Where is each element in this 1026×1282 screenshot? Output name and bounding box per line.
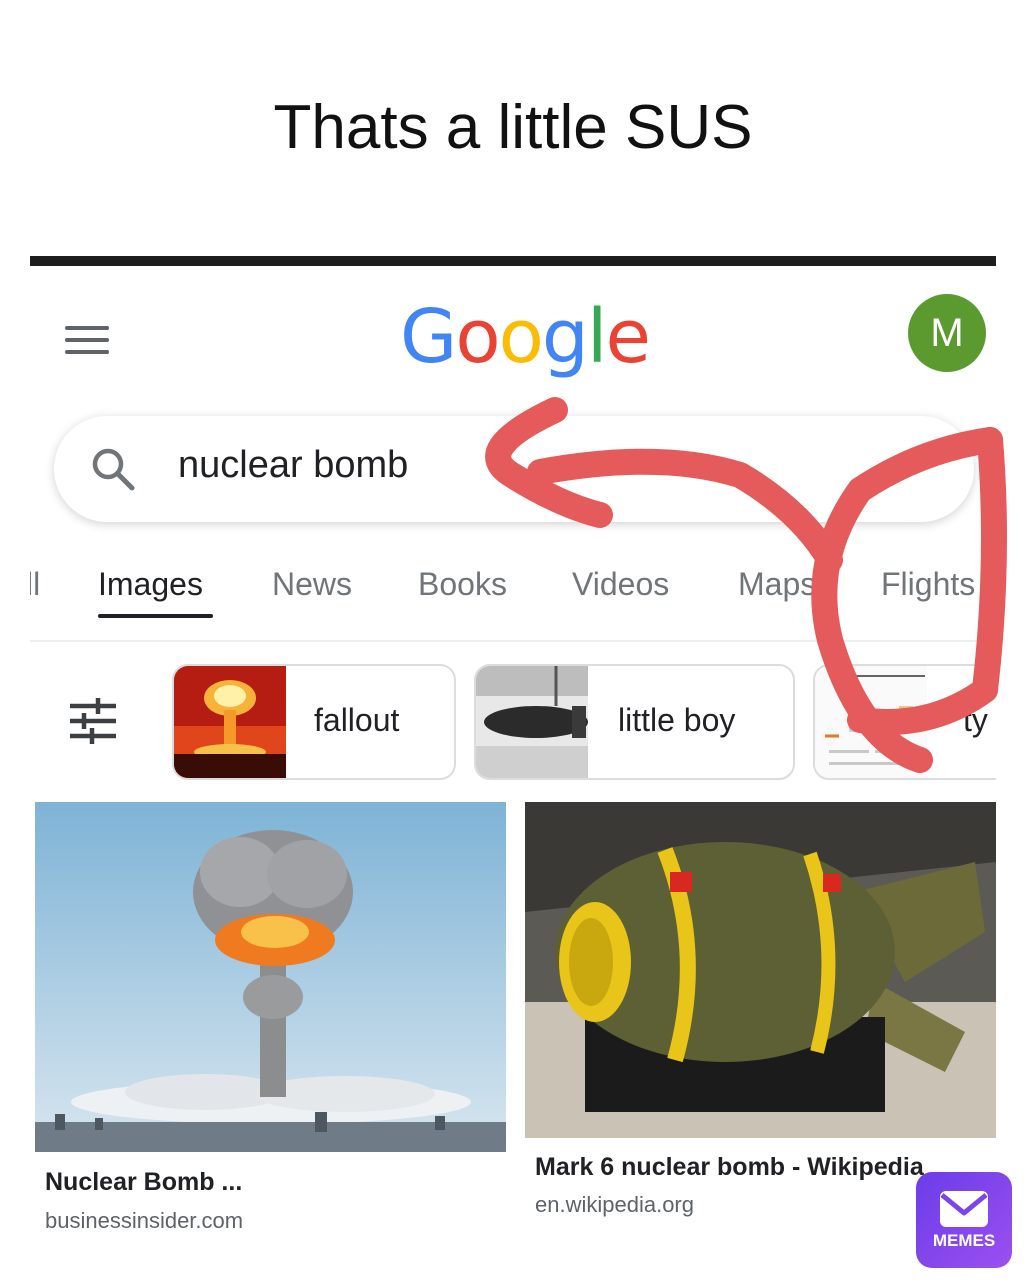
hamburger-icon[interactable] <box>65 326 109 356</box>
chip-label: ty <box>963 702 988 738</box>
mushroom-cloud-image <box>35 802 506 1152</box>
chip-little-boy[interactable]: little boy <box>474 664 795 780</box>
tab-videos[interactable]: Videos <box>572 566 669 603</box>
result-source: en.wikipedia.org <box>535 1192 694 1217</box>
logo-letter: e <box>605 294 651 380</box>
account-avatar[interactable]: M <box>908 294 986 372</box>
tab-books[interactable]: Books <box>418 566 507 603</box>
tab-maps[interactable]: Maps <box>738 566 816 603</box>
result-image-mushroom-cloud[interactable] <box>35 802 506 1152</box>
watermark-label: MEMES <box>932 1231 996 1250</box>
search-tabs: ll Images News Books Videos Maps Flights <box>30 556 996 642</box>
tab-images[interactable]: Images <box>98 566 203 603</box>
result-source: businessinsider.com <box>45 1208 244 1233</box>
meme-caption: Thats a little SUS <box>273 93 753 162</box>
fallout-thumbnail <box>174 666 286 778</box>
search-icon[interactable] <box>90 446 136 492</box>
result-title[interactable]: Mark 6 nuclear bomb - Wikipedia <box>535 1153 924 1182</box>
avatar-letter: M <box>930 310 964 355</box>
tab-all[interactable]: ll <box>30 566 40 603</box>
diagram-thumbnail <box>815 666 927 778</box>
tab-flights[interactable]: Flights <box>881 566 975 603</box>
chip-label: little boy <box>618 702 736 738</box>
logo-letter: o <box>455 294 500 380</box>
envelope-icon <box>940 1191 988 1227</box>
tab-news[interactable]: News <box>272 566 352 603</box>
active-tab-indicator <box>98 614 213 618</box>
status-bar-edge <box>30 256 996 266</box>
chip-third[interactable]: ty <box>813 664 996 780</box>
logo-letter: G <box>400 294 457 380</box>
result-image-mark6-bomb[interactable] <box>525 802 996 1138</box>
search-input[interactable]: nuclear bomb <box>178 444 408 487</box>
filter-icon[interactable] <box>68 698 118 744</box>
logo-letter: o <box>498 294 544 380</box>
google-logo[interactable]: Google <box>400 294 651 380</box>
google-screenshot: Google M nuclear bomb ll Images News Boo… <box>30 256 996 1282</box>
result-title[interactable]: Nuclear Bomb ... <box>45 1168 242 1197</box>
memes-watermark: MEMES <box>916 1172 1012 1268</box>
chip-label: fallout <box>314 702 400 738</box>
logo-letter: l <box>586 294 608 380</box>
little-boy-thumbnail <box>476 666 588 778</box>
logo-letter: g <box>541 294 589 380</box>
chip-fallout[interactable]: fallout <box>172 664 456 780</box>
mark6-bomb-image <box>525 802 996 1138</box>
search-box[interactable]: nuclear bomb <box>54 416 974 522</box>
